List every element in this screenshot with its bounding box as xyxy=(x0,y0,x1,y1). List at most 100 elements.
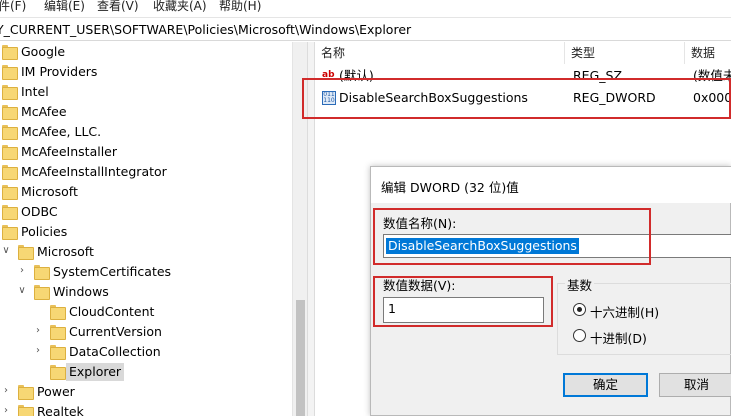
chevron-right-icon[interactable]: › xyxy=(32,344,44,358)
value-data: 0x0000 xyxy=(693,90,731,105)
tree-item[interactable]: Policies xyxy=(0,222,292,242)
tree-item-label: Policies xyxy=(21,224,68,239)
tree-item-label: Microsoft xyxy=(37,244,94,259)
folder-icon xyxy=(50,365,66,380)
menu-file[interactable]: 件(F) xyxy=(0,0,26,14)
folder-icon xyxy=(2,185,18,200)
chevron-right-icon[interactable]: › xyxy=(0,384,12,398)
binary-value-icon: 011 110 xyxy=(322,91,336,105)
folder-icon xyxy=(2,65,18,80)
tree-item-label: Windows xyxy=(53,284,109,299)
tree-item[interactable]: McAfee, LLC. xyxy=(0,122,292,142)
tree-item[interactable]: › Power xyxy=(0,382,292,402)
tree-item-label: Realtek xyxy=(37,404,84,416)
menu-favorites[interactable]: 收藏夹(A) xyxy=(153,0,207,14)
column-header-data[interactable]: 数据 xyxy=(685,42,731,64)
menu-view[interactable]: 查看(V) xyxy=(97,0,139,14)
decimal-radio[interactable] xyxy=(573,329,586,342)
value-row[interactable]: ab (默认) REG_SZ (数值未 xyxy=(315,65,731,87)
value-data-label: 数值数据(V): xyxy=(383,278,456,293)
folder-icon xyxy=(2,105,18,120)
folder-icon xyxy=(18,385,34,400)
chevron-down-icon[interactable]: ∨ xyxy=(0,244,12,258)
tree-item-label: Google xyxy=(21,44,66,59)
tree-item[interactable]: › Realtek xyxy=(0,402,292,416)
tree-item-label: McAfeeInstaller xyxy=(21,144,118,159)
cancel-button[interactable]: 取消 xyxy=(659,373,731,397)
registry-path[interactable]: Y_CURRENT_USER\SOFTWARE\Policies\Microso… xyxy=(0,22,411,37)
tree-item[interactable]: ∨ Windows xyxy=(0,282,292,302)
menu-edit[interactable]: 编辑(E) xyxy=(44,0,85,14)
edit-dword-dialog: 编辑 DWORD (32 位)值 数值名称(N): DisableSearchB… xyxy=(370,166,731,416)
decimal-radio-label[interactable]: 十进制(D) xyxy=(590,328,647,347)
tree-item-label: IM Providers xyxy=(21,64,98,79)
tree-item[interactable]: › CurrentVersion xyxy=(0,322,292,342)
value-name: DisableSearchBoxSuggestions xyxy=(339,90,528,105)
folder-icon xyxy=(2,165,18,180)
folder-icon xyxy=(50,325,66,340)
value-data-text: 1 xyxy=(388,301,396,316)
tree-item-label: McAfeeInstallIntegrator xyxy=(21,164,167,179)
registry-tree: Google IM Providers Intel McAfee McAfee,… xyxy=(0,42,307,416)
tree-item-label: SystemCertificates xyxy=(53,264,172,279)
folder-icon xyxy=(2,205,18,220)
folder-icon xyxy=(50,305,66,320)
folder-icon xyxy=(2,125,18,140)
value-data-field[interactable]: 1 xyxy=(383,297,544,323)
column-header-name[interactable]: 名称 xyxy=(315,42,565,64)
tree-item-label: Intel xyxy=(21,84,49,99)
tree-item-label: Power xyxy=(37,384,75,399)
menu-help[interactable]: 帮助(H) xyxy=(219,0,261,14)
tree-item[interactable]: Intel xyxy=(0,82,292,102)
folder-icon xyxy=(50,345,66,360)
value-data: (数值未 xyxy=(693,68,731,83)
chevron-right-icon[interactable]: › xyxy=(0,404,12,416)
base-label: 基数 xyxy=(565,275,595,294)
dialog-title-bar[interactable]: 编辑 DWORD (32 位)值 xyxy=(371,167,731,203)
value-name-label: 数值名称(N): xyxy=(383,216,457,231)
tree-item-label: DataCollection xyxy=(69,344,161,359)
folder-icon xyxy=(18,245,34,260)
column-header-type[interactable]: 类型 xyxy=(565,42,685,64)
chevron-right-icon[interactable]: › xyxy=(32,324,44,338)
tree-item[interactable]: Google xyxy=(0,42,292,62)
tree-item[interactable]: McAfeeInstaller xyxy=(0,142,292,162)
tree-item[interactable]: CloudContent xyxy=(0,302,292,322)
folder-icon xyxy=(2,45,18,60)
hex-radio[interactable] xyxy=(573,303,586,316)
tree-item[interactable]: McAfee xyxy=(0,102,292,122)
tree-item[interactable]: › DataCollection xyxy=(0,342,292,362)
value-row[interactable]: 011 110 DisableSearchBoxSuggestions REG_D… xyxy=(315,87,731,109)
folder-icon xyxy=(2,145,18,160)
scrollbar-thumb[interactable] xyxy=(296,300,305,416)
tree-item[interactable]: Microsoft xyxy=(0,182,292,202)
value-type: REG_DWORD xyxy=(573,90,656,105)
ok-button[interactable]: 确定 xyxy=(563,373,648,397)
tree-item[interactable]: McAfeeInstallIntegrator xyxy=(0,162,292,182)
folder-icon xyxy=(18,405,34,416)
menu-bar: 件(F) 编辑(E) 查看(V) 收藏夹(A) 帮助(H) xyxy=(0,0,731,16)
tree-item[interactable]: › SystemCertificates xyxy=(0,262,292,282)
folder-icon xyxy=(34,265,50,280)
tree-item-selected[interactable]: Explorer xyxy=(0,362,292,382)
hex-radio-label[interactable]: 十六进制(H) xyxy=(590,302,659,321)
value-name-text: DisableSearchBoxSuggestions xyxy=(386,238,579,254)
chevron-right-icon[interactable]: › xyxy=(16,264,28,278)
tree-item[interactable]: ∨ Microsoft xyxy=(0,242,292,262)
string-value-icon: ab xyxy=(322,70,335,80)
address-bar[interactable]: Y_CURRENT_USER\SOFTWARE\Policies\Microso… xyxy=(0,17,731,41)
value-name: (默认) xyxy=(339,68,374,83)
value-name-field[interactable]: DisableSearchBoxSuggestions xyxy=(383,234,731,258)
tree-item[interactable]: ODBC xyxy=(0,202,292,222)
tree-item-label: McAfee, LLC. xyxy=(21,124,102,139)
tree-item-label: McAfee xyxy=(21,104,67,119)
tree-item[interactable]: IM Providers xyxy=(0,62,292,82)
value-type: REG_SZ xyxy=(573,68,623,83)
folder-icon xyxy=(34,285,50,300)
tree-item-label: Explorer xyxy=(66,363,125,381)
pane-splitter[interactable] xyxy=(307,42,315,416)
tree-item-label: Microsoft xyxy=(21,184,78,199)
chevron-down-icon[interactable]: ∨ xyxy=(16,284,28,298)
folder-icon xyxy=(2,85,18,100)
tree-scrollbar[interactable] xyxy=(292,42,307,416)
